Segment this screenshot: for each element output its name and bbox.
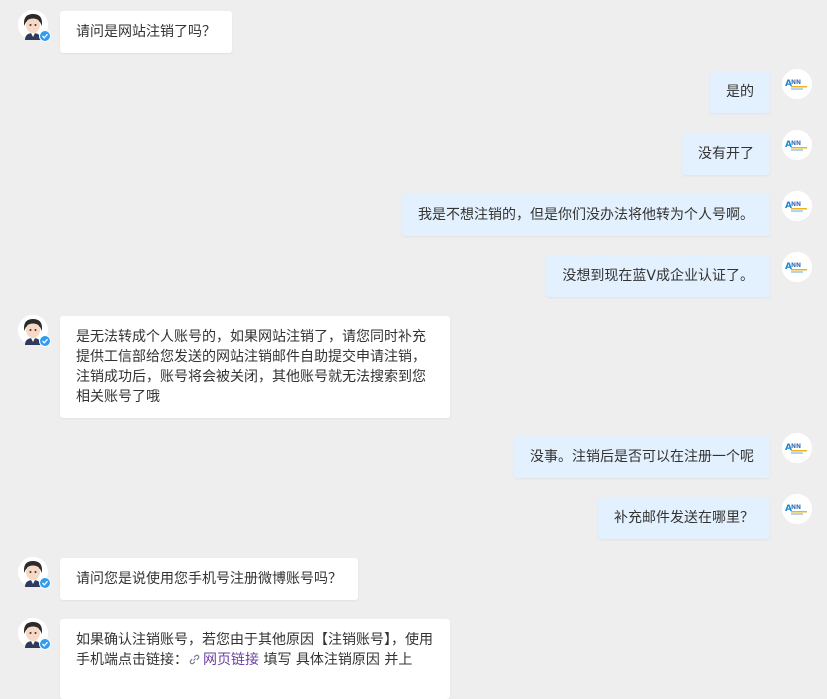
agent-avatar-icon[interactable] (18, 10, 51, 42)
user-logo-avatar-icon[interactable]: A NN (782, 191, 812, 221)
user-logo-avatar-icon[interactable]: A NN (782, 433, 812, 463)
agent-avatar-icon[interactable] (18, 315, 51, 347)
message-text: 是无法转成个人账号的，如果网站注销了，请您同时补充提供工信部给您发送的网站注销邮… (76, 329, 426, 405)
chat-conversation: 请问是网站注销了吗？ A NN 是的 A NN 没有开了 A NN 我是不想注销… (0, 0, 827, 699)
user-logo-avatar-icon[interactable]: A NN (782, 252, 812, 282)
message-text: 没有开了 (698, 146, 754, 162)
message-text: 没事。注销后是否可以在注册一个呢 (530, 449, 754, 465)
web-link-label[interactable]: 网页链接 (203, 652, 259, 668)
message-text: 没想到现在蓝V成企业认证了。 (562, 268, 754, 284)
agent-message-bubble: 是无法转成个人账号的，如果网站注销了，请您同时补充提供工信部给您发送的网站注销邮… (60, 316, 450, 418)
user-logo-avatar-icon[interactable]: A NN (782, 494, 812, 524)
message-text: 填写 具体注销原因 并上 (259, 652, 413, 668)
user-message-bubble: 补充邮件发送在哪里？ (598, 497, 770, 539)
user-message-bubble: 是的 (710, 71, 770, 113)
message-text: 我是不想注销的，但是你们没办法将他转为个人号啊。 (418, 207, 754, 223)
user-message-bubble: 没想到现在蓝V成企业认证了。 (546, 255, 770, 297)
agent-message-bubble: 请问您是说使用您手机号注册微博账号吗？ (60, 558, 358, 600)
svg-text:NN: NN (791, 79, 801, 86)
web-link[interactable]: 网页链接 (188, 652, 259, 668)
verified-badge-icon (39, 577, 51, 589)
agent-avatar-icon[interactable] (18, 557, 51, 589)
verified-badge-icon (39, 30, 51, 42)
user-message-bubble: 没事。注销后是否可以在注册一个呢 (514, 436, 770, 478)
verified-badge-icon (39, 335, 51, 347)
agent-avatar-icon[interactable] (18, 618, 51, 650)
link-icon (189, 654, 200, 665)
message-text: 是的 (726, 84, 754, 100)
message-text: 请问是网站注销了吗？ (76, 24, 216, 40)
user-message-bubble: 我是不想注销的，但是你们没办法将他转为个人号啊。 (402, 194, 770, 236)
agent-message-bubble: 请问是网站注销了吗？ (60, 11, 232, 53)
user-logo-avatar-icon[interactable]: A NN (782, 69, 812, 99)
svg-text:NN: NN (791, 140, 801, 147)
svg-text:NN: NN (791, 504, 801, 511)
message-text: 请问您是说使用您手机号注册微博账号吗？ (76, 571, 342, 587)
message-text: 补充邮件发送在哪里？ (614, 510, 754, 526)
svg-text:NN: NN (791, 201, 801, 208)
user-logo-avatar-icon[interactable]: A NN (782, 130, 812, 160)
agent-message-bubble: 如果确认注销账号，若您由于其他原因【注销账号】，使用手机端点击链接： 网页链接 填… (60, 619, 450, 699)
user-message-bubble: 没有开了 (682, 133, 770, 175)
verified-badge-icon (39, 638, 51, 650)
svg-text:NN: NN (791, 262, 801, 269)
svg-text:NN: NN (791, 443, 801, 450)
